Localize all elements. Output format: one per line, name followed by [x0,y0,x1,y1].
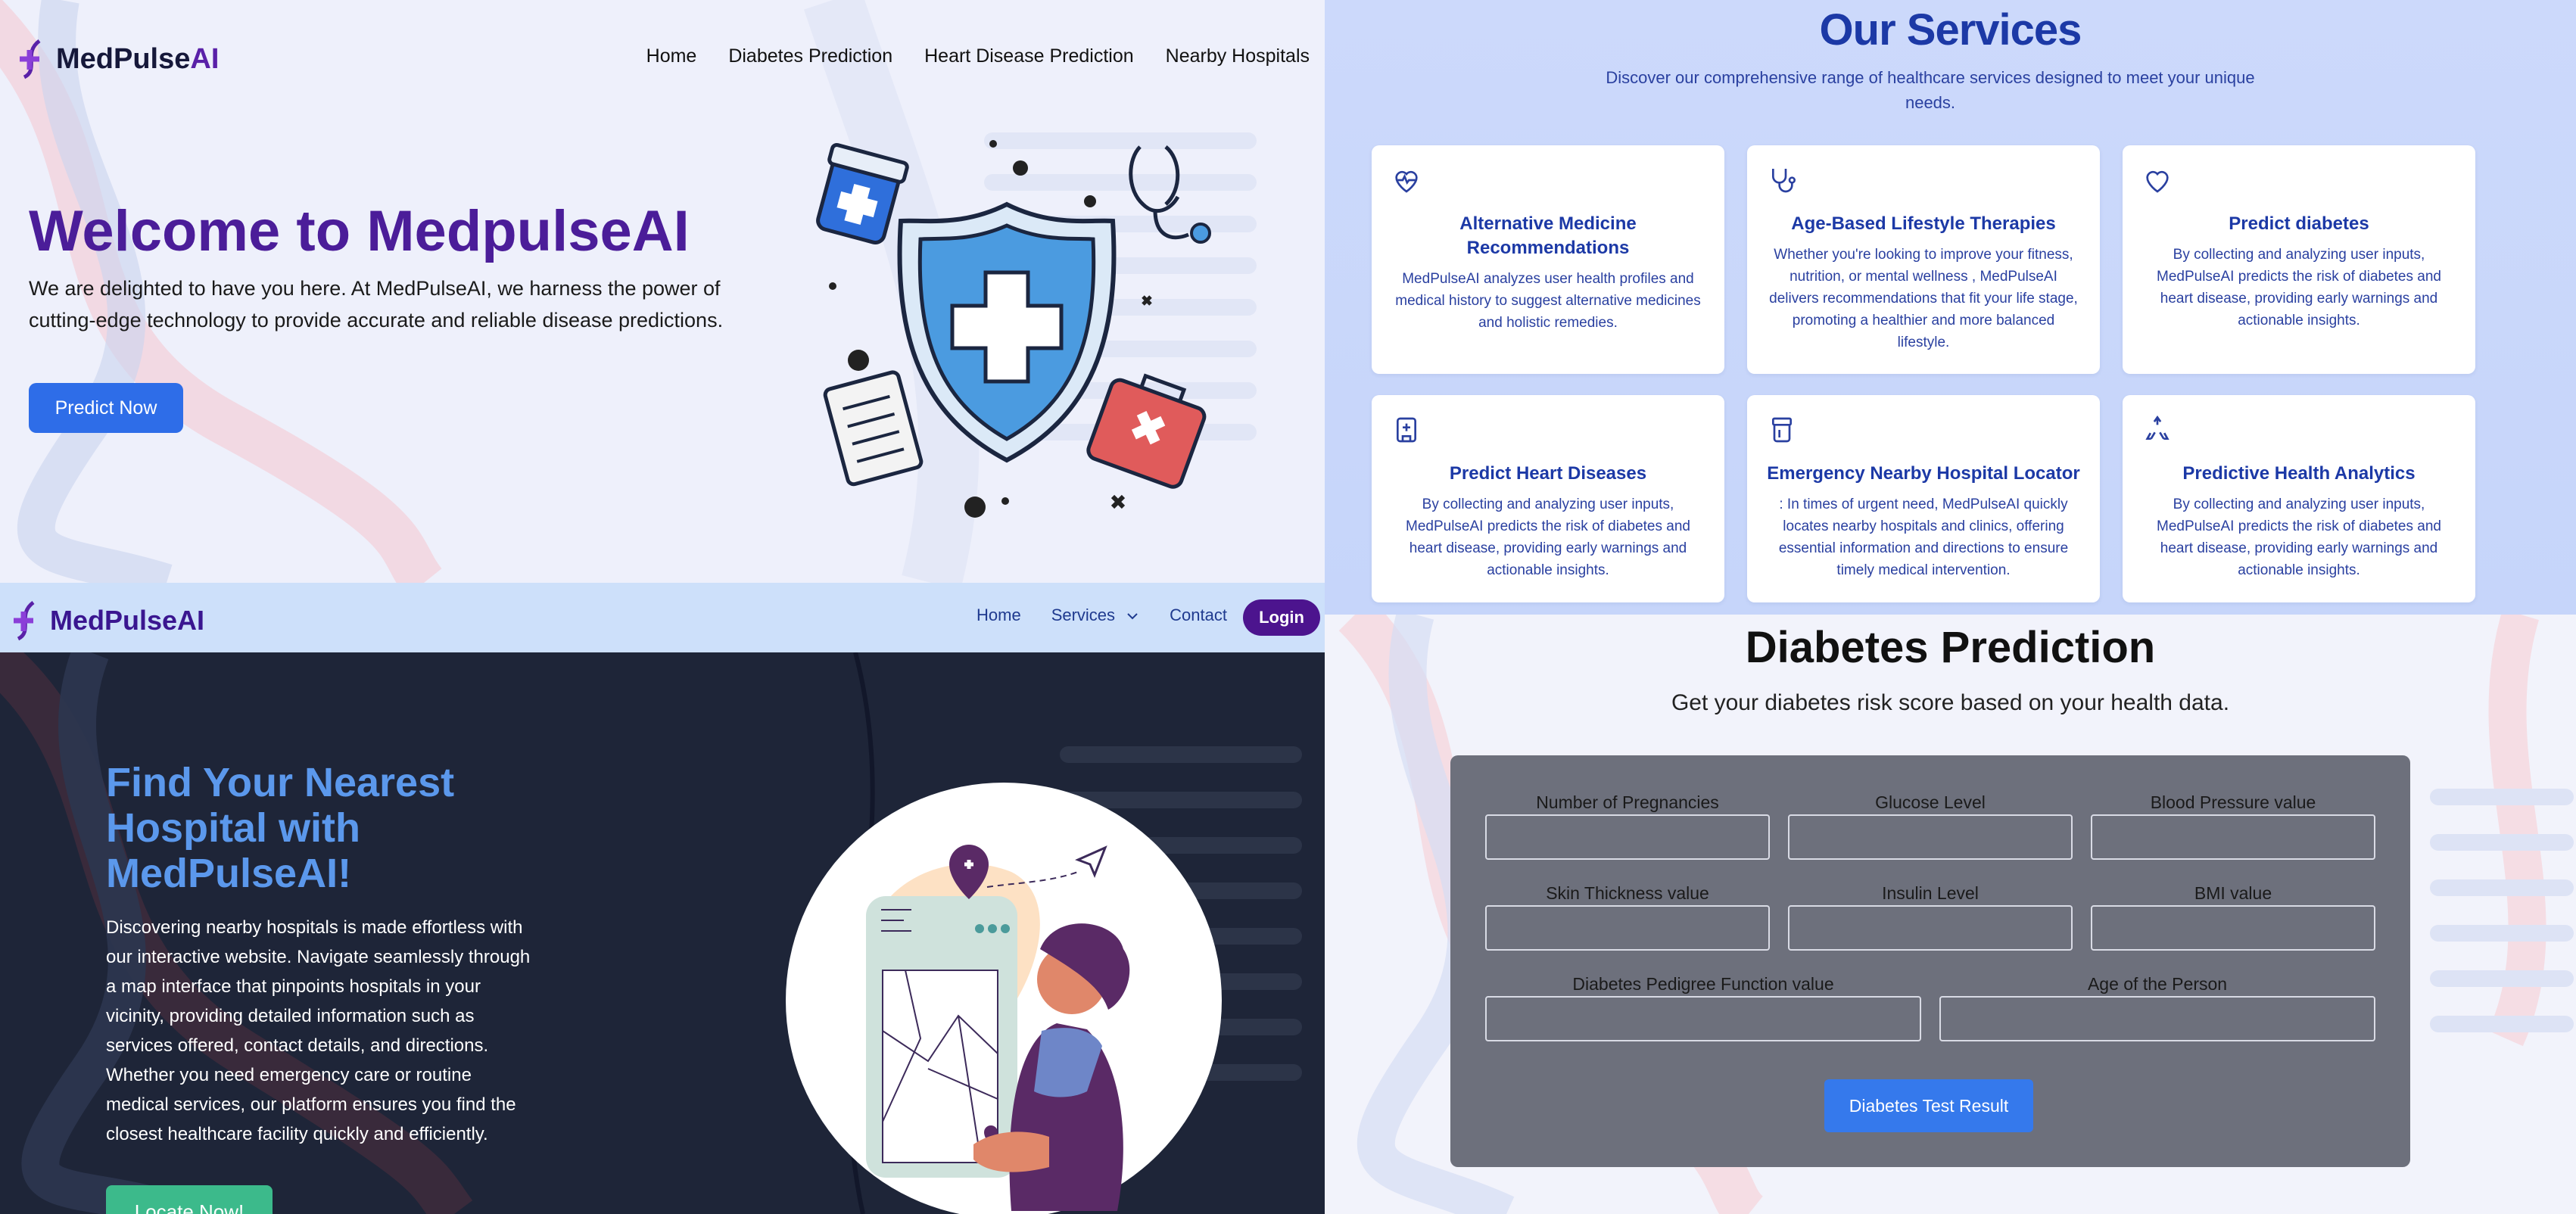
insulin-field: Insulin Level [1788,881,2073,951]
diabetes-form: Number of Pregnancies Glucose Level Bloo… [1450,755,2410,1167]
service-card[interactable]: Predict diabetes By collecting and analy… [2123,145,2475,374]
predict-now-button[interactable]: Predict Now [29,383,183,433]
services-subtitle: Discover our comprehensive range of heal… [1606,68,2255,112]
heart-icon [2146,170,2169,193]
nav-nearby-hospitals[interactable]: Nearby Hospitals [1166,45,1310,67]
hospital-locator-section: MedPulseAI Home Services Contact Login F… [0,583,1325,1214]
main-navbar: MedPulse AI Home Diabetes Prediction Hear… [0,0,1325,121]
age-input[interactable] [1939,996,2375,1041]
service-card-title: Predictive Health Analytics [2182,463,2416,484]
service-card[interactable]: Emergency Nearby Hospital Locator : In t… [1747,395,2100,602]
shield-icon [897,201,1117,463]
medpulse-logo-icon [14,600,35,641]
nav-home[interactable]: Home [977,605,1021,625]
nav-diabetes-prediction[interactable]: Diabetes Prediction [728,45,892,67]
hospital-icon [1397,417,1416,443]
diabetes-subtitle: Get your diabetes risk score based on yo… [1671,690,2230,715]
service-card-text: : In times of urgent need, MedPulseAI qu… [1778,496,2069,578]
service-card-text: By collecting and analyzing user inputs,… [2157,247,2441,328]
map-location-illustration [786,783,1222,1214]
locate-now-button[interactable]: Locate Now! [106,1185,273,1214]
service-card-text: Whether you're looking to improve your f… [1769,247,2078,350]
diabetes-title: Diabetes Prediction [1745,623,2156,672]
pill-bottle-icon [816,142,909,244]
diabetes-prediction-section: Diabetes Prediction Get your diabetes ri… [1325,615,2576,1214]
medpulse-logo-icon [20,39,41,79]
glucose-field: Glucose Level [1788,790,2073,860]
services-title: Our Services [1819,5,2082,54]
service-card-text: MedPulseAI analyzes user health profiles… [1395,271,1701,331]
nav-heart-disease-prediction[interactable]: Heart Disease Prediction [924,45,1134,67]
skin-thickness-label: Skin Thickness value [1546,883,1709,903]
skin-thickness-field: Skin Thickness value [1485,881,1770,951]
service-card[interactable]: Age-Based Lifestyle Therapies Whether yo… [1747,145,2100,374]
brand-suffix: AI [190,42,220,75]
nav-contact[interactable]: Contact [1170,605,1227,625]
pregnancies-label: Number of Pregnancies [1536,792,1719,812]
service-card-title: Emergency Nearby Hospital Locator [1767,463,2080,484]
service-card-text: By collecting and analyzing user inputs,… [1406,496,1690,578]
blood-pressure-field: Blood Pressure value [2091,790,2375,860]
pregnancies-input[interactable] [1485,814,1770,860]
heart-pulse-icon [1395,170,1418,193]
bmi-field: BMI value [2091,881,2375,951]
insulin-input[interactable] [1788,905,2073,951]
service-card[interactable]: Predictive Health Analytics By collectin… [2123,395,2475,602]
service-card-title: Predict diabetes [2229,213,2369,234]
pedigree-label: Diabetes Pedigree Function value [1572,974,1834,994]
service-card[interactable]: Predict Heart Diseases By collecting and… [1372,395,1724,602]
service-card-title: Predict Heart Diseases [1449,463,1647,484]
glucose-input[interactable] [1788,814,2073,860]
chevron-down-icon [1127,613,1138,620]
service-card-text: By collecting and analyzing user inputs,… [2157,496,2441,578]
skin-thickness-input[interactable] [1485,905,1770,951]
nav-home[interactable]: Home [646,45,697,67]
blood-pressure-label: Blood Pressure value [2150,792,2316,812]
login-button[interactable]: Login [1243,599,1320,636]
hero-section: MedPulse AI Home Diabetes Prediction Hear… [0,0,1325,583]
service-card[interactable]: Alternative Medicine Recommendations Med… [1372,145,1724,374]
diabetes-test-result-button[interactable]: Diabetes Test Result [1824,1079,2033,1132]
pedigree-input[interactable] [1485,996,1921,1041]
stethoscope-icon [1772,169,1796,193]
nav-links: Home Diabetes Prediction Heart Disease P… [646,45,1310,67]
age-field: Age of the Person [1939,972,2375,1041]
hospital-title: Find Your Nearest Hospital with MedPulse… [106,760,455,896]
blood-pressure-input[interactable] [2091,814,2375,860]
brand-logo[interactable]: MedPulseAI [17,36,219,82]
service-card-title: Alternative Medicine Recommendations [1459,213,1637,258]
brand-name: MedPulse [56,42,191,75]
pregnancies-field: Number of Pregnancies [1485,790,1770,860]
first-aid-kit-icon [1086,373,1207,489]
pill-bottle-icon [1772,417,1792,443]
recycle-icon [2145,416,2170,440]
bmi-input[interactable] [2091,905,2375,951]
stethoscope-icon [1129,145,1211,244]
secondary-navbar: MedPulseAI Home Services Contact Login [0,583,1325,652]
nav-links: Home Services Contact [977,605,1227,625]
nav-services-dropdown[interactable]: Services [1051,605,1139,625]
medical-shield-illustration [816,140,1211,518]
brand-logo[interactable]: MedPulseAI [11,598,204,643]
services-section: Our Services Discover our comprehensive … [1325,0,2576,615]
glucose-label: Glucose Level [1875,792,1986,812]
bmi-label: BMI value [2194,883,2272,903]
service-card-title: Age-Based Lifestyle Therapies [1791,213,2056,234]
hero-description: We are delighted to have you here. At Me… [29,277,724,332]
age-label: Age of the Person [2087,974,2228,994]
brand-name: MedPulseAI [50,605,205,636]
hero-title: Welcome to MedpulseAI [29,199,690,263]
clipboard-icon [823,370,924,487]
hospital-description: Discovering nearby hospitals is made eff… [106,917,531,1144]
nav-services-label: Services [1051,605,1116,624]
insulin-label: Insulin Level [1882,883,1979,903]
pedigree-field: Diabetes Pedigree Function value [1485,972,1921,1041]
